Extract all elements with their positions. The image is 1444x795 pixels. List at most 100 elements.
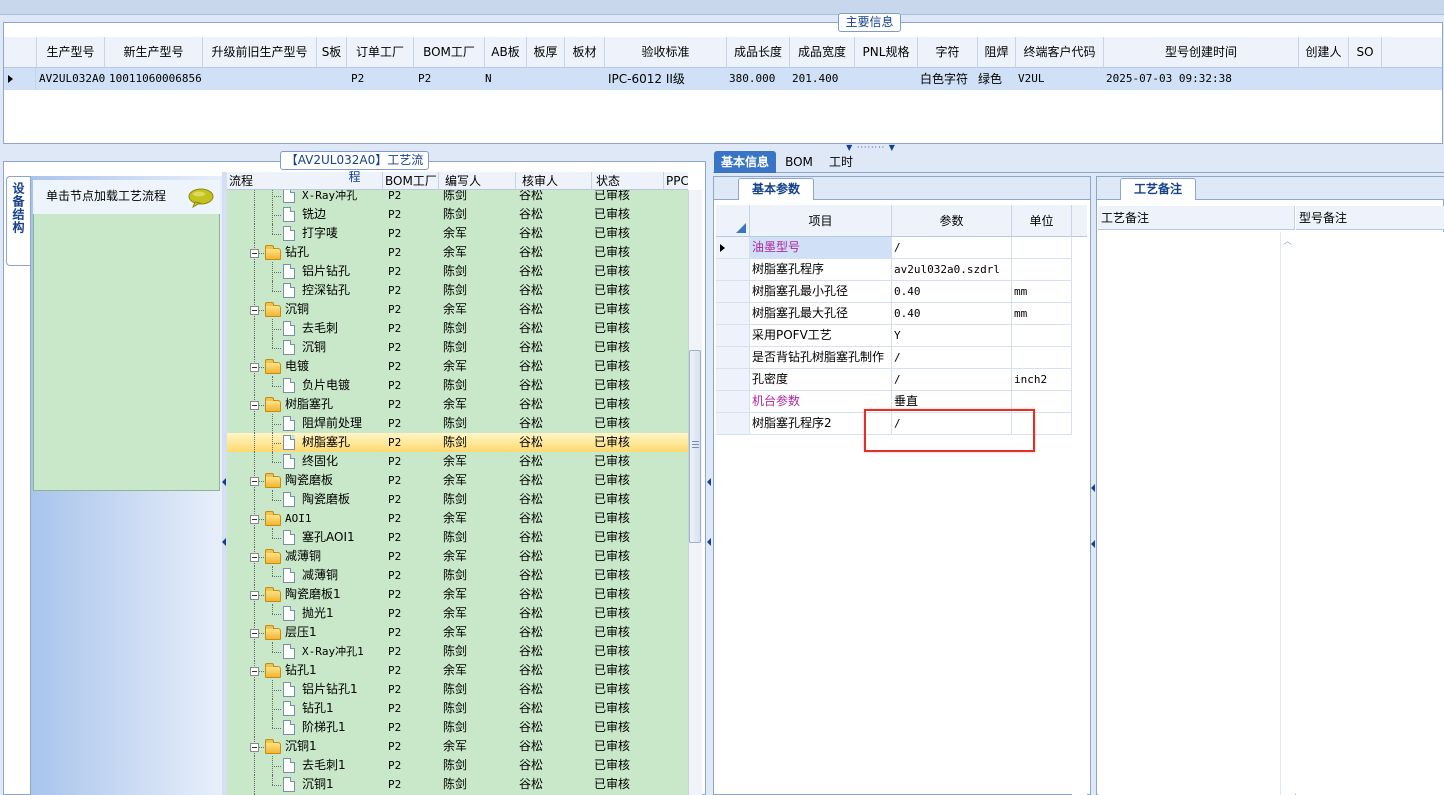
tree-col-writer[interactable]: 编写人 <box>439 172 516 190</box>
collapse-node-icon[interactable] <box>250 477 259 486</box>
tree-row[interactable]: 终固化 P2 余军 谷松 已审核 <box>227 452 688 471</box>
tree-row[interactable]: 负片电镀 P2 陈剑 谷松 已审核 <box>227 376 688 395</box>
tree-row[interactable]: 减薄铜 P2 陈剑 谷松 已审核 <box>227 566 688 585</box>
tab-basic-params[interactable]: 基本参数 <box>738 178 814 200</box>
scroll-up-icon[interactable]: ︿ <box>1283 234 1292 247</box>
collapse-node-icon[interactable] <box>250 401 259 410</box>
param-row[interactable]: 树脂塞孔程序av2ul032a0.szdrlY <box>716 259 1087 281</box>
tree-col-ppc[interactable]: PPC <box>664 172 688 190</box>
param-row-selector[interactable] <box>716 259 750 280</box>
param-row[interactable]: 油墨型号/Y <box>716 237 1087 259</box>
tree-row[interactable]: 树脂塞孔 P2 余军 谷松 已审核 <box>227 395 688 414</box>
col-production-model[interactable]: 生产型号 <box>37 37 105 68</box>
col-created-time[interactable]: 型号创建时间 <box>1104 37 1299 68</box>
param-row[interactable]: 孔密度/inch2Y <box>716 369 1087 391</box>
tree-col-status[interactable]: 状态 <box>592 172 664 190</box>
tree-row[interactable]: 陶瓷磨板 P2 陈剑 谷松 已审核 <box>227 490 688 509</box>
tree-col-reviewer[interactable]: 核审人 <box>516 172 592 190</box>
collapse-node-icon[interactable] <box>250 743 259 752</box>
param-row-selector[interactable] <box>716 325 750 346</box>
middle-vertical-splitter[interactable] <box>706 151 713 795</box>
collapse-right-arrow-icon[interactable] <box>1091 540 1095 548</box>
tab-craft-remarks[interactable]: 工艺备注 <box>1120 178 1196 200</box>
tree-row[interactable]: 塞孔AOI1 P2 陈剑 谷松 已审核 <box>227 528 688 547</box>
model-remarks-textarea[interactable] <box>1296 232 1444 795</box>
tree-row[interactable]: 铝片钻孔 P2 陈剑 谷松 已审核 <box>227 262 688 281</box>
tree-row[interactable]: X-Ray冲孔 P2 陈剑 谷松 已审核 <box>227 190 688 205</box>
tree-row[interactable]: X-Ray冲孔1 P2 陈剑 谷松 已审核 <box>227 642 688 661</box>
param-value[interactable]: 0.40 <box>892 303 1012 324</box>
collapse-node-icon[interactable] <box>250 306 259 315</box>
col-acceptance-standard[interactable]: 验收标准 <box>605 37 727 68</box>
tree-row[interactable]: 打字唛 P2 余军 谷松 已审核 <box>227 224 688 243</box>
collapse-right-arrow-icon[interactable] <box>1091 484 1095 492</box>
param-value[interactable]: 0.40 <box>892 281 1012 302</box>
col-solder-mask[interactable]: 阻焊 <box>978 37 1016 68</box>
main-grid-row[interactable]: AV2UL032A0 10011060006856 P2 P2 N IPC-60… <box>4 68 1442 90</box>
tree-row[interactable]: 去毛刺1 P2 陈剑 谷松 已审核 <box>227 756 688 775</box>
collapse-node-icon[interactable] <box>250 515 259 524</box>
tree-row[interactable]: 沉铜1 P2 余军 谷松 已审核 <box>227 737 688 756</box>
tree-row[interactable]: 层压1 P2 余军 谷松 已审核 <box>227 623 688 642</box>
tree-row[interactable]: 控深钻孔 P2 陈剑 谷松 已审核 <box>227 281 688 300</box>
tree-row[interactable]: 去毛刺 P2 陈剑 谷松 已审核 <box>227 319 688 338</box>
col-new-production-model[interactable]: 新生产型号 <box>105 37 203 68</box>
col-length[interactable]: 成品长度 <box>727 37 790 68</box>
tree-row[interactable]: 钻孔1 P2 余军 谷松 已审核 <box>227 661 688 680</box>
tree-row[interactable]: 电镀 P2 余军 谷松 已审核 <box>227 357 688 376</box>
collapse-node-icon[interactable] <box>250 591 259 600</box>
col-width[interactable]: 成品宽度 <box>790 37 855 68</box>
tree-row[interactable]: 沉铜 P2 余军 谷松 已审核 <box>227 300 688 319</box>
load-flow-box[interactable] <box>33 180 220 491</box>
collapse-middle-arrow-icon[interactable] <box>707 478 711 486</box>
tree-row[interactable]: 抛光1 P2 余军 谷松 已审核 <box>227 604 688 623</box>
tab-work-hours[interactable]: 工时 <box>822 151 860 173</box>
tree-row[interactable]: 铝片钻孔1 P2 陈剑 谷松 已审核 <box>227 680 688 699</box>
tree-row[interactable]: 树脂塞孔 P2 陈剑 谷松 已审核 <box>227 433 688 452</box>
col-material[interactable]: 板材 <box>565 37 605 68</box>
col-bom-factory[interactable]: BOM工厂 <box>414 37 485 68</box>
param-value[interactable]: av2ul032a0.szdrl <box>892 259 1012 280</box>
tree-row[interactable]: 阶梯孔1 P2 陈剑 谷松 已审核 <box>227 718 688 737</box>
craft-remarks-textarea[interactable] <box>1098 232 1295 795</box>
params-col-item[interactable]: 项目 <box>750 205 892 237</box>
craft-remarks-scrollbar[interactable]: ︿ <box>1280 232 1294 795</box>
collapse-node-icon[interactable] <box>250 629 259 638</box>
param-row[interactable]: 树脂塞孔最大孔径0.40mmY <box>716 303 1087 325</box>
horizontal-splitter[interactable] <box>0 144 1444 151</box>
tree-col-bom-factory[interactable]: BOM工厂 <box>383 172 439 190</box>
param-value[interactable]: / <box>892 347 1012 368</box>
param-row-selector[interactable] <box>716 391 750 412</box>
param-row[interactable]: 是否背钻孔树脂塞孔制作/Y <box>716 347 1087 369</box>
col-character[interactable]: 字符 <box>918 37 978 68</box>
tab-bom[interactable]: BOM <box>780 151 818 173</box>
tree-row[interactable]: 钻孔 P2 余军 谷松 已审核 <box>227 243 688 262</box>
param-value[interactable]: / <box>892 237 1012 258</box>
col-s-board[interactable]: S板 <box>317 37 347 68</box>
param-value[interactable]: / <box>892 369 1012 390</box>
tree-row[interactable]: AOI1 P2 余军 谷松 已审核 <box>227 509 688 528</box>
param-row-selector[interactable] <box>716 369 750 390</box>
tree-row[interactable]: 钻孔1 P2 陈剑 谷松 已审核 <box>227 699 688 718</box>
col-customer-code[interactable]: 终端客户代码 <box>1016 37 1104 68</box>
col-creator[interactable]: 创建人 <box>1299 37 1349 68</box>
col-order-factory[interactable]: 订单工厂 <box>347 37 414 68</box>
row-selector[interactable] <box>4 68 36 90</box>
param-row-selector[interactable] <box>716 281 750 302</box>
tree-row[interactable]: 阻焊前处理 P2 陈剑 谷松 已审核 <box>227 414 688 433</box>
speech-bubble-icon[interactable] <box>188 188 214 208</box>
col-old-production-model[interactable]: 升级前旧生产型号 <box>203 37 317 68</box>
collapse-middle-arrow-icon[interactable] <box>707 538 711 546</box>
param-row-selector[interactable] <box>716 237 750 258</box>
collapse-node-icon[interactable] <box>250 363 259 372</box>
params-col-value[interactable]: 参数 <box>892 205 1012 237</box>
collapse-left-arrow-icon[interactable] <box>222 478 226 486</box>
collapse-left-arrow-icon[interactable] <box>222 538 226 546</box>
param-row-selector[interactable] <box>716 303 750 324</box>
col-ab-board[interactable]: AB板 <box>485 37 527 68</box>
tree-scrollbar-thumb[interactable] <box>689 350 701 543</box>
col-thickness[interactable]: 板厚 <box>527 37 565 68</box>
params-col-unit[interactable]: 单位 <box>1012 205 1072 237</box>
tree-row[interactable]: 减薄铜 P2 余军 谷松 已审核 <box>227 547 688 566</box>
param-row-selector[interactable] <box>716 413 750 434</box>
